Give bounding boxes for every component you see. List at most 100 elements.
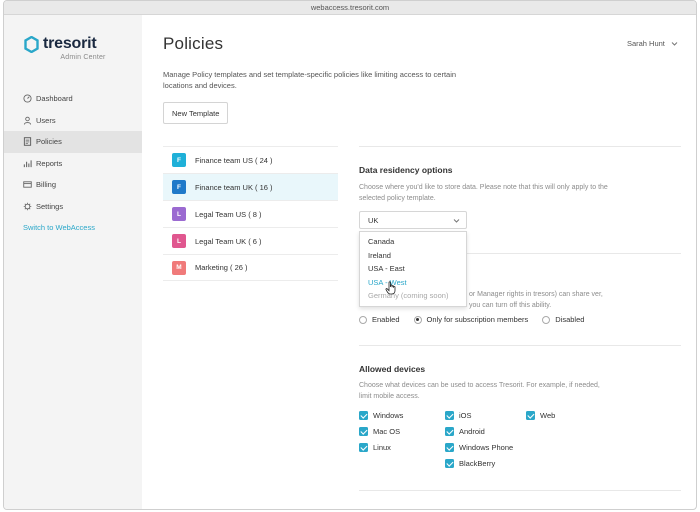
url-bar[interactable]: webaccess.tresorit.com <box>4 1 696 15</box>
template-badge: M <box>172 260 186 275</box>
sharing-description: or Manager rights in tresors) can share … <box>469 291 603 309</box>
checkbox-web[interactable]: Web <box>526 411 555 420</box>
template-list: F Finance team US ( 24 ) F Finance team … <box>163 146 338 281</box>
section-divider <box>359 146 681 147</box>
checkbox-label: Web <box>540 411 556 420</box>
template-label: Legal Team UK ( 6 ) <box>195 236 262 246</box>
sidebar-item-label: Reports <box>36 158 63 168</box>
chevron-down-icon <box>671 42 678 46</box>
sidebar-item-label: Users <box>36 115 56 125</box>
sidebar-item-reports[interactable]: Reports <box>4 153 142 175</box>
option-ireland[interactable]: Ireland <box>360 249 466 263</box>
billing-icon <box>23 181 32 188</box>
checkbox-label: Windows <box>373 411 404 420</box>
chevron-down-icon <box>453 219 460 223</box>
checkbox-blackberry[interactable]: BlackBerry <box>445 459 495 468</box>
checkbox-checked-icon <box>526 411 535 420</box>
template-label: Finance team US ( 24 ) <box>195 155 273 165</box>
template-label: Finance team UK ( 16 ) <box>195 182 273 192</box>
hand-cursor-icon <box>385 281 396 295</box>
sidebar-nav: Dashboard Users Policies Reports Billing… <box>4 88 142 239</box>
radio-disabled[interactable]: Disabled <box>542 315 584 324</box>
checkbox-checked-icon <box>359 411 368 420</box>
new-template-button[interactable]: New Template <box>163 102 229 124</box>
template-badge: F <box>172 180 186 194</box>
main-content: Policies Sarah Hunt Manage Policy templa… <box>142 15 696 509</box>
sidebar-item-policies[interactable]: Policies <box>4 131 142 153</box>
checkbox-checked-icon <box>359 427 368 436</box>
data-residency-dropdown: Canada Ireland USA - East USA - West Ger… <box>359 231 467 307</box>
page-title: Policies <box>163 34 224 53</box>
checkbox-label: iOS <box>459 411 472 420</box>
checkbox-checked-icon <box>359 443 368 452</box>
data-residency-select[interactable]: UK <box>359 211 467 229</box>
sidebar-item-label: Billing <box>36 180 57 190</box>
data-residency-description: Choose where you'd like to store data. P… <box>359 184 608 202</box>
checkbox-ios[interactable]: iOS <box>445 411 472 420</box>
template-item-finance-us[interactable]: F Finance team US ( 24 ) <box>163 146 338 173</box>
option-canada[interactable]: Canada <box>360 235 466 249</box>
checkbox-label: Linux <box>373 443 391 452</box>
template-item-finance-uk[interactable]: F Finance team UK ( 16 ) <box>163 173 338 200</box>
allowed-devices-title: Allowed devices <box>359 364 426 374</box>
browser-window: webaccess.tresorit.com tresorit Admin Ce… <box>3 0 697 510</box>
sidebar-item-label: Settings <box>36 201 64 211</box>
page-description: Manage Policy templates and set template… <box>163 70 457 90</box>
sidebar-item-dashboard[interactable]: Dashboard <box>4 88 142 110</box>
template-badge: L <box>172 234 186 248</box>
sidebar-item-label: Policies <box>36 137 62 147</box>
checkbox-checked-icon <box>445 443 454 452</box>
checkbox-label: Android <box>459 427 485 436</box>
data-residency-title: Data residency options <box>359 165 453 175</box>
template-item-legal-us[interactable]: L Legal Team US ( 8 ) <box>163 200 338 227</box>
sidebar-item-label: Dashboard <box>36 94 73 104</box>
checkbox-label: Mac OS <box>373 427 401 436</box>
checkbox-checked-icon <box>445 411 454 420</box>
sidebar: tresorit Admin Center Dashboard Users Po… <box>4 15 142 509</box>
sidebar-item-users[interactable]: Users <box>4 110 142 132</box>
radio-circle <box>542 315 551 324</box>
template-badge: L <box>172 207 186 221</box>
checkbox-label: BlackBerry <box>459 459 496 468</box>
checkbox-windows-phone[interactable]: Windows Phone <box>445 443 513 452</box>
checkbox-linux[interactable]: Linux <box>359 443 391 452</box>
template-label: Legal Team US ( 8 ) <box>195 209 262 219</box>
brand-subtitle: Admin Center <box>60 54 106 61</box>
radio-label: Disabled <box>555 315 585 324</box>
policy-icon <box>23 137 32 146</box>
checkbox-label: Windows Phone <box>459 443 514 452</box>
user-name: Sarah Hunt <box>626 39 665 48</box>
checkbox-checked-icon <box>445 427 454 436</box>
user-menu[interactable]: Sarah Hunt <box>627 39 678 48</box>
template-label: Marketing ( 26 ) <box>195 263 248 272</box>
option-germany: Germany (coming soon) <box>368 291 449 301</box>
radio-enabled[interactable]: Enabled <box>359 315 400 324</box>
user-icon <box>23 116 32 125</box>
checkbox-macos[interactable]: Mac OS <box>359 427 400 436</box>
radio-label: Enabled <box>372 315 400 324</box>
template-item-marketing[interactable]: M Marketing ( 26 ) <box>163 254 338 281</box>
section-divider <box>359 345 681 346</box>
radio-subscription-members[interactable]: Only for subscription members <box>413 315 529 324</box>
section-divider <box>359 490 681 491</box>
sidebar-item-settings[interactable]: Settings <box>4 196 142 218</box>
checkbox-android[interactable]: Android <box>445 427 485 436</box>
radio-circle <box>413 315 422 324</box>
radio-label: Only for subscription members <box>426 315 529 324</box>
option-usa-west[interactable]: USA - West <box>360 276 466 290</box>
sidebar-item-billing[interactable]: Billing <box>4 174 142 196</box>
gear-icon <box>23 202 32 211</box>
template-item-legal-uk[interactable]: L Legal Team UK ( 6 ) <box>163 227 338 254</box>
checkbox-windows[interactable]: Windows <box>359 411 403 420</box>
checkbox-checked-icon <box>445 459 454 468</box>
dashboard-icon <box>23 94 32 103</box>
template-badge: F <box>172 153 186 167</box>
sharing-radio-group: Enabled Only for subscription members Di… <box>359 315 598 324</box>
allowed-devices-description: Choose what devices can be used to acces… <box>359 382 600 400</box>
chart-icon <box>23 160 32 167</box>
switch-to-webaccess-link[interactable]: Switch to WebAccess <box>4 217 142 239</box>
option-usa-east[interactable]: USA - East <box>360 262 466 276</box>
select-value: UK <box>368 215 379 225</box>
brand-name: tresorit <box>43 35 97 52</box>
tresorit-logo-icon <box>24 36 39 53</box>
